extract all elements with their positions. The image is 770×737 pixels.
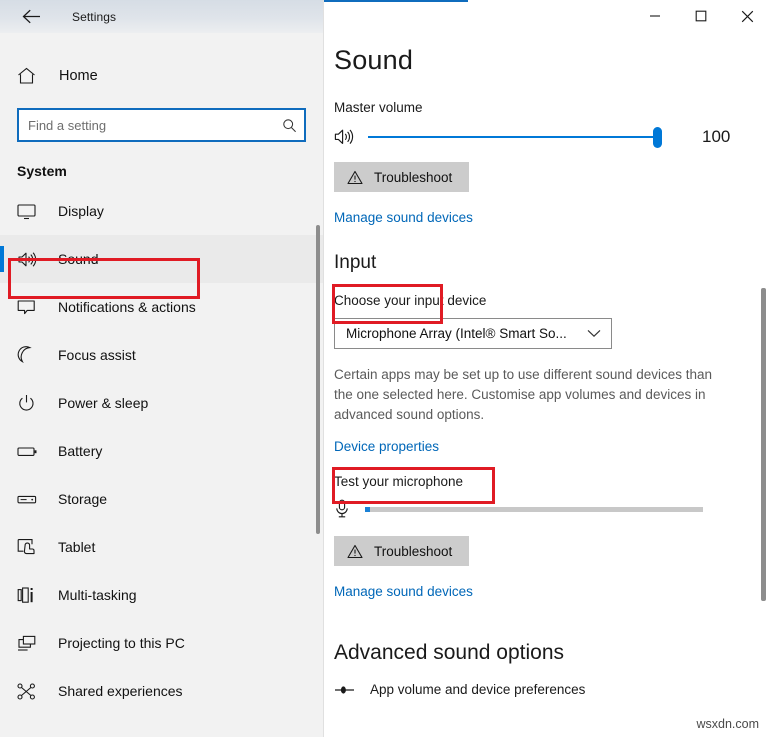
choose-input-device-label: Choose your input device <box>334 293 770 308</box>
microphone-level-meter <box>365 507 703 512</box>
sidebar-item-label: Tablet <box>58 539 95 555</box>
master-volume-slider[interactable] <box>368 127 661 147</box>
search-input[interactable] <box>19 110 274 140</box>
sidebar-item-shared-experiences[interactable]: Shared experiences <box>0 667 323 715</box>
volume-slider-track <box>368 136 661 138</box>
sidebar-item-tablet[interactable]: Tablet <box>0 523 323 571</box>
window-controls <box>632 0 770 32</box>
device-properties-link[interactable]: Device properties <box>334 439 439 454</box>
watermark: wsxdn.com <box>696 717 759 731</box>
main-scrollbar[interactable] <box>761 288 766 601</box>
advanced-sound-options-title: Advanced sound options <box>334 641 564 665</box>
back-arrow-icon[interactable] <box>14 4 48 30</box>
master-volume-row: 100 <box>334 127 770 147</box>
input-section-title: Input <box>334 252 376 274</box>
sidebar-item-label: Focus assist <box>58 347 136 363</box>
title-bar: Settings <box>0 0 323 33</box>
sidebar-item-label: Projecting to this PC <box>58 635 185 651</box>
monitor-icon <box>17 203 43 220</box>
input-device-dropdown[interactable]: Microphone Array (Intel® Smart So... <box>334 318 612 349</box>
notification-balloon-icon <box>17 299 43 316</box>
projecting-icon <box>17 635 43 652</box>
main-content: Sound Master volume 100 <box>324 0 770 737</box>
sidebar-item-label: Power & sleep <box>58 395 148 411</box>
sidebar-item-storage[interactable]: Storage <box>0 475 323 523</box>
speaker-icon <box>17 251 43 268</box>
input-manage-sound-devices-link[interactable]: Manage sound devices <box>334 584 473 599</box>
share-nodes-icon <box>17 683 43 700</box>
speaker-volume-icon <box>334 128 360 146</box>
tablet-touch-icon <box>17 538 43 556</box>
sidebar-item-label: Sound <box>58 251 98 267</box>
chevron-down-icon <box>587 329 601 338</box>
close-button[interactable] <box>724 0 770 32</box>
page-title: Sound <box>334 45 770 76</box>
storage-drive-icon <box>17 493 43 506</box>
sidebar: Settings Home System <box>0 0 324 737</box>
output-manage-sound-devices-link[interactable]: Manage sound devices <box>334 210 473 225</box>
sidebar-item-label: Display <box>58 203 104 219</box>
sidebar-item-label-home: Home <box>59 68 98 84</box>
search-icon[interactable] <box>274 110 304 140</box>
troubleshoot-label: Troubleshoot <box>374 170 452 185</box>
sidebar-nav-list: Display Sound <box>0 187 323 715</box>
sidebar-item-display[interactable]: Display <box>0 187 323 235</box>
slider-icon <box>334 684 364 696</box>
sidebar-item-notifications-actions[interactable]: Notifications & actions <box>0 283 323 331</box>
maximize-button[interactable] <box>678 0 724 32</box>
moon-icon <box>17 346 43 364</box>
sound-settings-content: Sound Master volume 100 <box>324 0 770 697</box>
sidebar-group-title: System <box>17 163 323 179</box>
input-description: Certain apps may be set up to use differ… <box>334 365 722 425</box>
sidebar-item-home[interactable]: Home <box>0 56 323 96</box>
sidebar-scrollbar[interactable] <box>316 225 320 534</box>
window-accent-strip <box>324 0 468 2</box>
sidebar-item-multi-tasking[interactable]: Multi-tasking <box>0 571 323 619</box>
troubleshoot-label: Troubleshoot <box>374 544 452 559</box>
window-title: Settings <box>72 10 116 24</box>
output-troubleshoot-button[interactable]: Troubleshoot <box>334 162 469 192</box>
sidebar-item-power-sleep[interactable]: Power & sleep <box>0 379 323 427</box>
volume-value: 100 <box>702 127 730 147</box>
test-microphone-label: Test your microphone <box>334 474 770 489</box>
sidebar-item-focus-assist[interactable]: Focus assist <box>0 331 323 379</box>
microphone-level-row <box>334 499 770 519</box>
minimize-button[interactable] <box>632 0 678 32</box>
volume-slider-thumb[interactable] <box>653 127 662 148</box>
multitasking-icon <box>17 587 43 604</box>
sidebar-item-label: Shared experiences <box>58 683 183 699</box>
sidebar-item-projecting-to-this-pc[interactable]: Projecting to this PC <box>0 619 323 667</box>
battery-icon <box>17 445 43 458</box>
search-box[interactable] <box>17 108 306 142</box>
input-device-value: Microphone Array (Intel® Smart So... <box>346 326 567 341</box>
home-icon <box>17 67 43 85</box>
settings-window: Settings Home System <box>0 0 770 737</box>
warning-triangle-icon <box>347 544 363 559</box>
sidebar-item-label: Multi-tasking <box>58 587 137 603</box>
microphone-level-fill <box>365 507 370 512</box>
power-icon <box>17 394 43 413</box>
master-volume-label: Master volume <box>334 100 770 115</box>
app-volume-label: App volume and device preferences <box>370 682 585 697</box>
warning-triangle-icon <box>347 170 363 185</box>
sidebar-item-label: Battery <box>58 443 102 459</box>
input-troubleshoot-button[interactable]: Troubleshoot <box>334 536 469 566</box>
sidebar-item-sound[interactable]: Sound <box>0 235 323 283</box>
sidebar-item-battery[interactable]: Battery <box>0 427 323 475</box>
sidebar-item-label: Storage <box>58 491 107 507</box>
app-volume-and-device-preferences-row[interactable]: App volume and device preferences <box>334 682 770 697</box>
sidebar-item-label: Notifications & actions <box>58 299 196 315</box>
microphone-icon <box>334 499 358 519</box>
